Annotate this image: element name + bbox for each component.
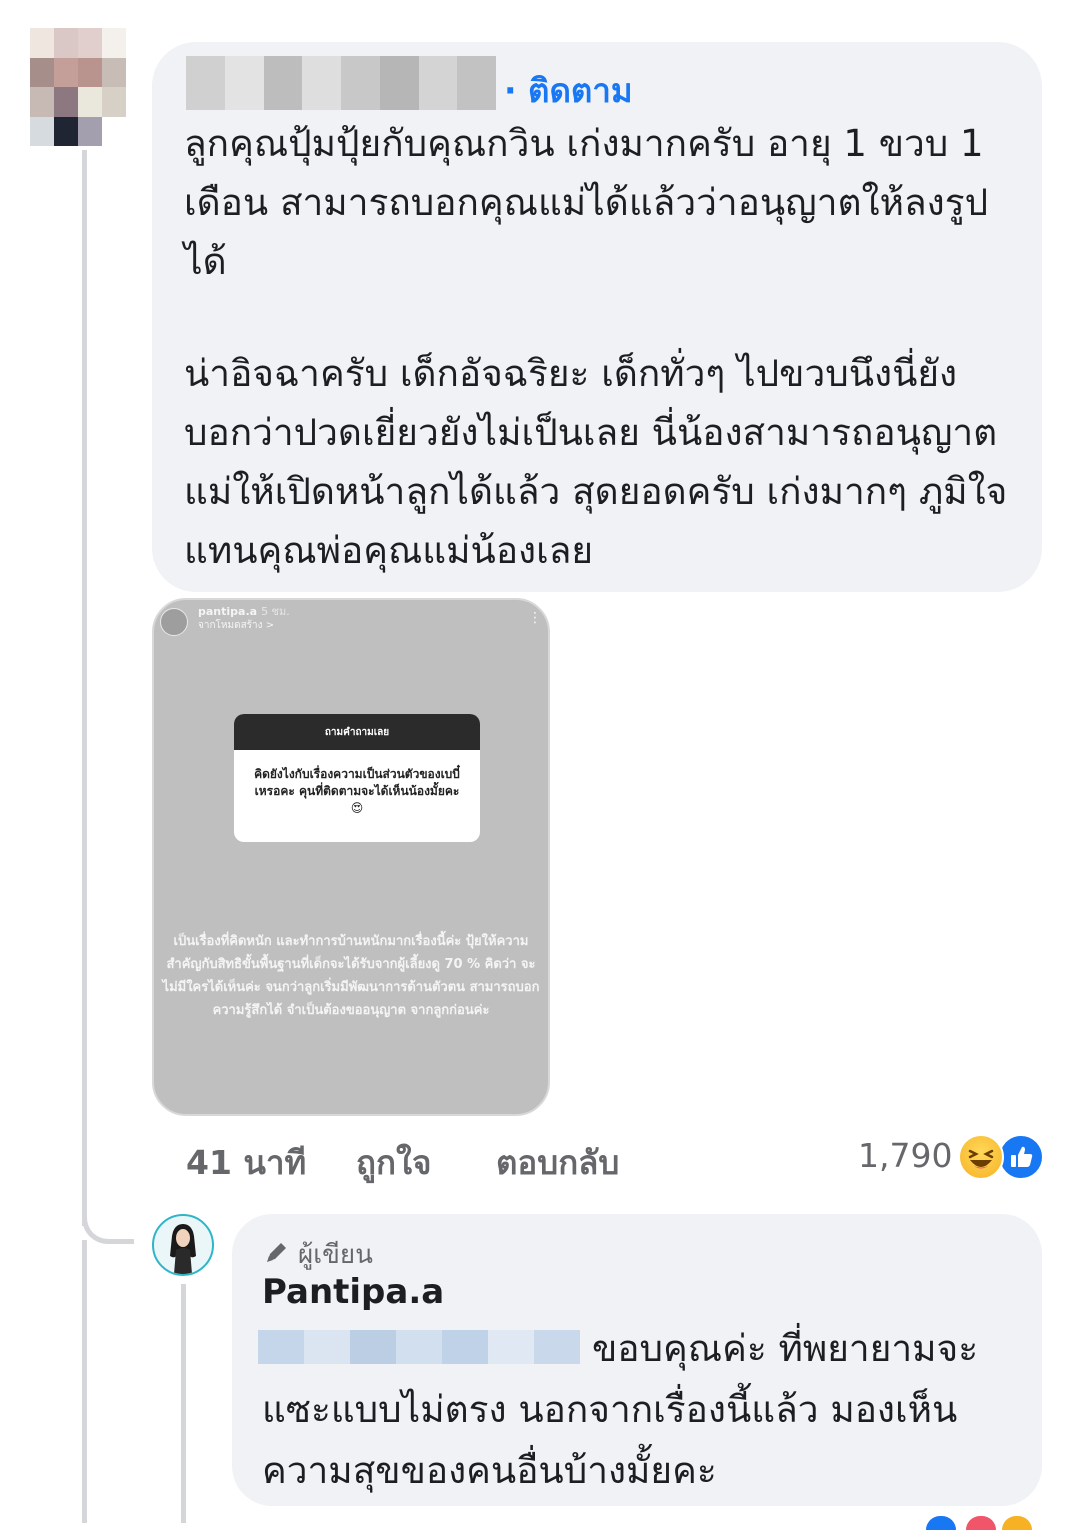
author-badge: ผู้เขียน <box>262 1234 373 1275</box>
like-icon[interactable] <box>998 1134 1044 1180</box>
question-sticker: ถามคำถามเลย คิดยังไงกับเรื่องความเป็นส่ว… <box>234 714 480 842</box>
like-button[interactable]: ถูกใจ <box>356 1136 431 1189</box>
thread-connector <box>82 1200 134 1244</box>
comment-text-paragraph-1: ลูกคุณปุ้มปุ้ยกับคุณกวิน เก่งมากครับ อาย… <box>184 122 989 283</box>
thread-line <box>82 150 87 1226</box>
author-avatar[interactable] <box>152 1214 214 1276</box>
reply-text: ขอบคุณค่ะ ที่พยายามจะแซะแบบไม่ตรง นอกจาก… <box>262 1327 979 1492</box>
story-answer-text: เป็นเรื่องที่คิดหนัก และทำการบ้านหนักมาก… <box>162 934 540 1018</box>
reply-thread-line <box>181 1284 186 1523</box>
pen-icon <box>267 1243 286 1262</box>
comment-text-paragraph-2: น่าอิจฉาครับ เด็กอัจฉริยะ เด็กทั่วๆ ไปขว… <box>184 352 1008 572</box>
haha-icon[interactable] <box>958 1134 1004 1180</box>
story-avatar <box>160 608 188 636</box>
commenter-name-redacted[interactable] <box>186 56 496 110</box>
follow-button[interactable]: · ติดตาม <box>504 64 633 117</box>
story-subtitle: จากโหมดสร้าง > <box>198 620 275 631</box>
more-options-icon: ⋮ <box>528 610 542 626</box>
partial-reaction-icon <box>1002 1516 1032 1530</box>
comment-timestamp[interactable]: 41 นาที <box>186 1136 306 1189</box>
reply-author-name[interactable]: Pantipa.a <box>262 1272 444 1312</box>
commenter-avatar[interactable] <box>30 28 126 146</box>
attached-story-image[interactable]: pantipa.a 5 ชม. จากโหมดสร้าง > ⋮ ถามคำถาม… <box>152 598 550 1116</box>
partial-reaction-icon <box>926 1516 956 1530</box>
reply-button[interactable]: ตอบกลับ <box>496 1136 619 1189</box>
question-sticker-header: ถามคำถามเลย <box>234 714 480 750</box>
thread-line-continued <box>82 1240 87 1523</box>
reaction-count[interactable]: 1,790 <box>858 1136 952 1175</box>
partial-reaction-icon <box>966 1516 996 1530</box>
author-badge-label: ผู้เขียน <box>298 1240 373 1270</box>
question-sticker-text: คิดยังไงกับเรื่องความเป็นส่วนตัวของเบบี๋… <box>254 767 460 815</box>
